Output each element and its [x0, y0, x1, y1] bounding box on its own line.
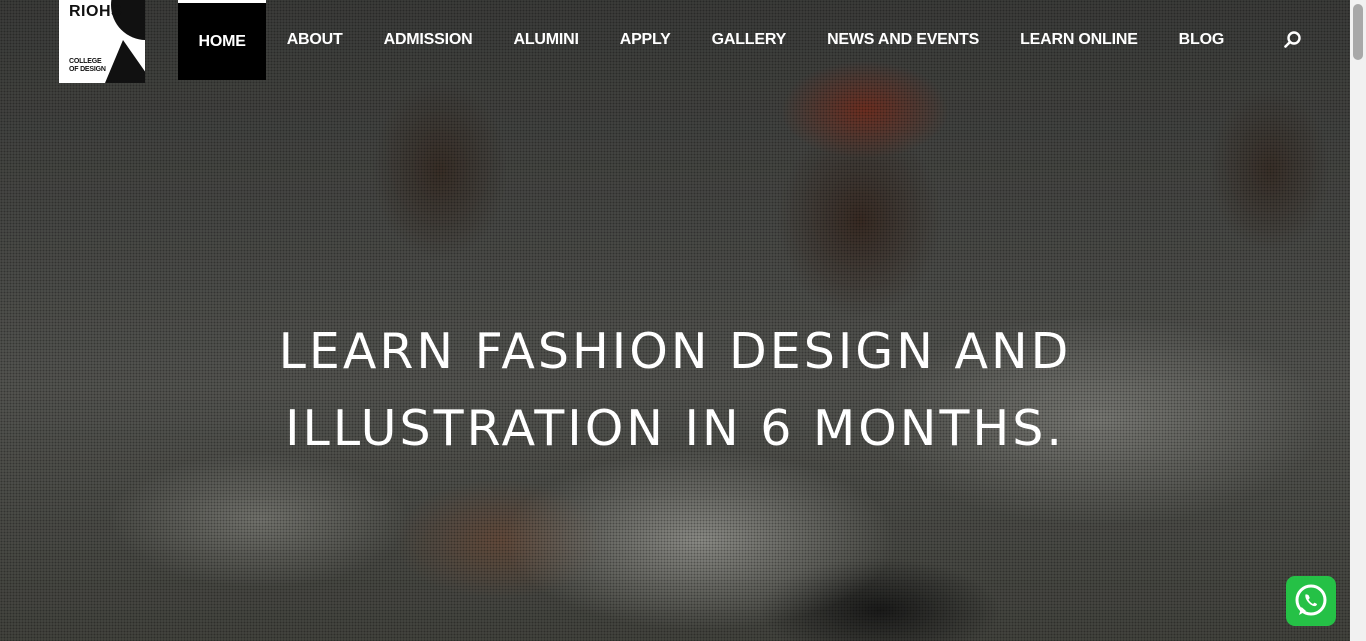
hero-headline-line1: LEARN FASHION DESIGN AND [278, 322, 1072, 380]
logo-name: RIOHS [69, 3, 123, 20]
vertical-scrollbar[interactable] [1350, 0, 1366, 641]
main-nav: HOME ABOUT ADMISSION ALUMINI APPLY GALLE… [178, 0, 1245, 80]
nav-item-gallery[interactable]: GALLERY [691, 0, 806, 80]
logo-subtitle-line1: COLLEGE [69, 58, 102, 65]
hero-headline: LEARN FASHION DESIGN AND ILLUSTRATION IN… [175, 313, 1175, 467]
whatsapp-icon [1295, 584, 1327, 616]
logo-mark-leg [105, 40, 145, 83]
logo-subtitle: COLLEGE OF DESIGN [69, 58, 106, 74]
nav-item-about[interactable]: ABOUT [266, 0, 363, 80]
whatsapp-chat-button[interactable] [1286, 576, 1336, 626]
nav-item-apply[interactable]: APPLY [599, 0, 691, 80]
search-icon[interactable] [1284, 31, 1302, 49]
nav-item-admission[interactable]: ADMISSION [363, 0, 493, 80]
nav-item-alumini[interactable]: ALUMINI [493, 0, 599, 80]
logo-subtitle-line2: OF DESIGN [69, 66, 106, 73]
site-logo[interactable]: RIOHS COLLEGE OF DESIGN [59, 0, 145, 83]
nav-item-learn-online[interactable]: LEARN ONLINE [1000, 0, 1159, 80]
scrollbar-thumb[interactable] [1353, 4, 1363, 60]
nav-item-home[interactable]: HOME [178, 0, 267, 80]
hero-headline-line2: ILLUSTRATION IN 6 MONTHS. [285, 399, 1065, 457]
nav-item-blog[interactable]: BLOG [1158, 0, 1244, 80]
nav-item-news-and-events[interactable]: NEWS AND EVENTS [807, 0, 1000, 80]
